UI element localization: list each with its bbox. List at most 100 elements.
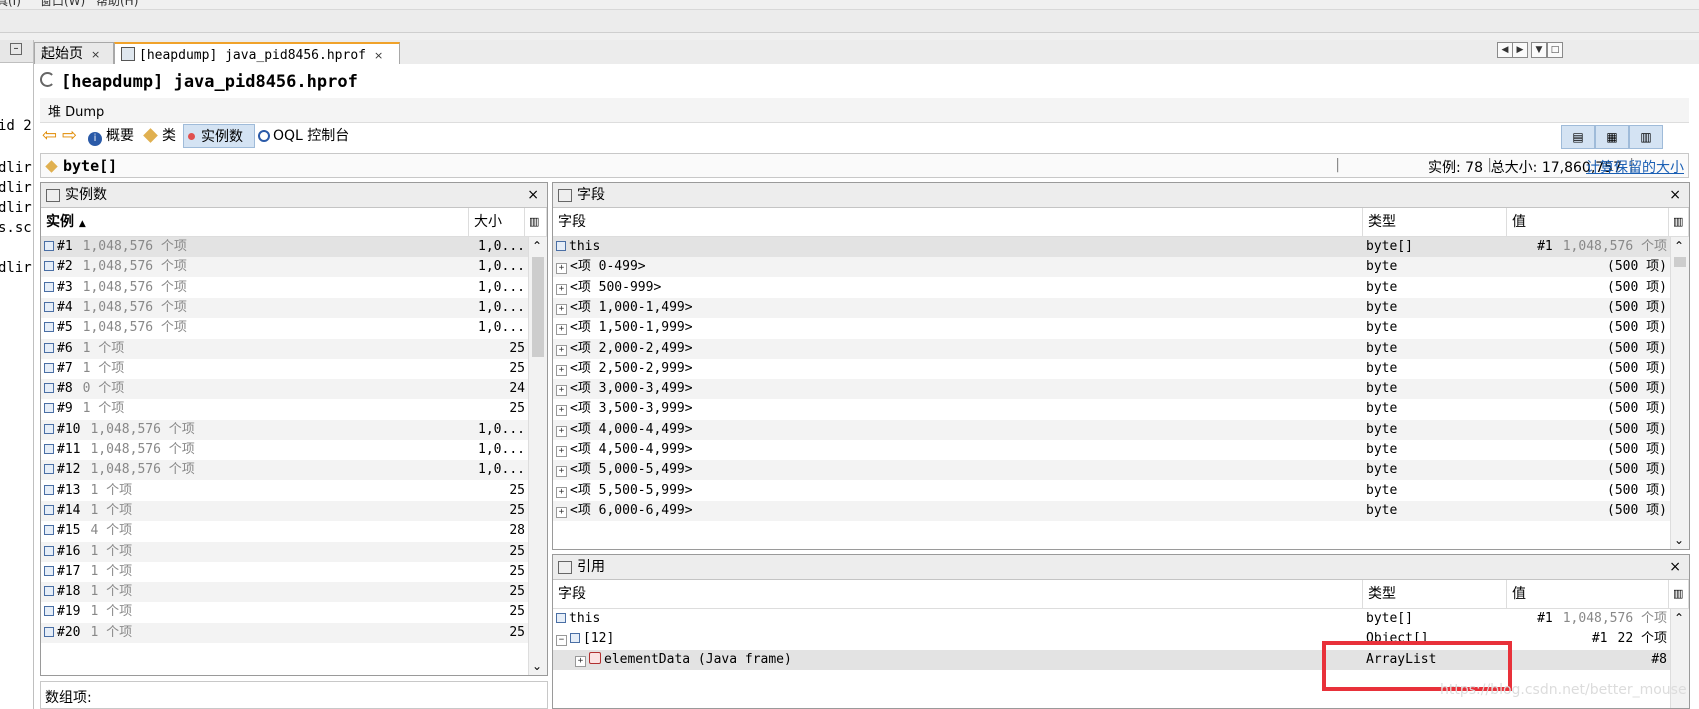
layout-toggle-3-icon[interactable]: ▥ [1629, 125, 1663, 149]
table-row[interactable]: + <项 6,000-6,499> byte (500 项) [553, 500, 1671, 521]
table-row[interactable]: #3 1,048,576 个项 1,0... [41, 278, 529, 298]
table-row[interactable]: this byte[] #1 1,048,576 个项 [553, 609, 1671, 629]
tab-heapdump[interactable]: [heapdump] java_pid8456.hprof × [114, 42, 400, 64]
scroll-right-icon[interactable]: ▶ [1512, 42, 1528, 58]
dropdown-icon[interactable]: ▼ [1531, 42, 1547, 58]
table-row[interactable]: + <项 4,000-4,499> byte (500 项) [553, 419, 1671, 440]
table-row[interactable]: #10 1,048,576 个项 1,0... [41, 419, 529, 440]
table-row[interactable]: #19 1 个项 25 [41, 602, 529, 622]
table-row[interactable]: + <项 2,000-2,499> byte (500 项) [553, 338, 1671, 359]
layout-toggle-1-icon[interactable]: ▤ [1561, 125, 1595, 149]
scroll-left-icon[interactable]: ◀ [1497, 42, 1513, 58]
column-value[interactable]: 值 [1507, 580, 1669, 608]
table-row[interactable]: + <项 2,500-2,999> byte (500 项) [553, 359, 1671, 379]
menu-tools[interactable]: 具(I) [0, 0, 21, 9]
scroll-thumb[interactable] [1674, 257, 1686, 267]
field-name: <项 2,500-2,999> [570, 360, 693, 376]
scroll-down-icon[interactable]: ⌄ [532, 659, 542, 673]
expand-icon[interactable]: + [556, 324, 567, 336]
table-row[interactable]: + <项 3,000-3,499> byte (500 项) [553, 379, 1671, 400]
menu-help[interactable]: 帮助(H) [96, 0, 138, 9]
tab-start-page[interactable]: 起始页 × [34, 42, 114, 64]
column-chooser-icon[interactable]: ▥ [1669, 580, 1689, 608]
table-row[interactable]: this byte[] #1 1,048,576 个项 [553, 237, 1671, 257]
scroll-down-icon[interactable]: ⌄ [1674, 533, 1684, 547]
column-instance[interactable]: 实例 ▲ [41, 208, 469, 236]
expand-icon[interactable]: + [556, 466, 567, 478]
table-row[interactable]: #6 1 个项 25 [41, 338, 529, 359]
close-icon[interactable]: × [374, 49, 383, 62]
maximize-icon[interactable]: □ [1547, 42, 1563, 58]
table-row[interactable]: #11 1,048,576 个项 1,0... [41, 440, 529, 460]
column-chooser-icon[interactable]: ▥ [1669, 208, 1689, 236]
table-row[interactable]: + <项 0-499> byte (500 项) [553, 257, 1671, 278]
scroll-up-icon[interactable]: ⌃ [1674, 239, 1684, 253]
table-row[interactable]: #14 1 个项 25 [41, 500, 529, 521]
column-value[interactable]: 值 [1507, 208, 1669, 236]
table-row[interactable]: + <项 5,500-5,999> byte (500 项) [553, 481, 1671, 501]
menu-window[interactable]: 窗口(W) [40, 0, 85, 9]
table-row[interactable]: + <项 1,000-1,499> byte (500 项) [553, 297, 1671, 318]
fields-scrollbar[interactable]: ⌃ ⌄ [1670, 237, 1689, 549]
expand-icon[interactable]: + [556, 486, 567, 498]
expand-icon[interactable]: + [556, 283, 567, 295]
expand-icon[interactable]: + [556, 385, 567, 397]
expand-icon[interactable]: + [556, 303, 567, 315]
back-arrow-icon[interactable]: ⇦ [42, 124, 57, 148]
table-row[interactable]: + <项 4,500-4,999> byte (500 项) [553, 440, 1671, 460]
close-icon[interactable]: × [1669, 555, 1681, 579]
column-field[interactable]: 字段 [553, 208, 1363, 236]
instances-scrollbar[interactable]: ⌃ ⌄ [528, 237, 547, 675]
class-icon [143, 128, 158, 143]
forward-arrow-icon[interactable]: ⇨ [62, 124, 77, 148]
table-row[interactable]: #2 1,048,576 个项 1,0... [41, 257, 529, 278]
expand-icon[interactable]: + [556, 405, 567, 417]
table-row[interactable]: + <项 3,500-3,999> byte (500 项) [553, 399, 1671, 419]
scroll-thumb[interactable] [532, 257, 544, 357]
collapse-icon[interactable]: − [556, 635, 567, 647]
table-row[interactable]: #4 1,048,576 个项 1,0... [41, 297, 529, 318]
table-row[interactable]: #18 1 个项 25 [41, 582, 529, 603]
summary-button[interactable]: i 概要 [88, 124, 134, 148]
table-row[interactable]: #17 1 个项 25 [41, 562, 529, 582]
expand-icon[interactable]: + [556, 506, 567, 518]
column-field[interactable]: 字段 [553, 580, 1363, 608]
table-row[interactable]: #9 1 个项 25 [41, 399, 529, 419]
table-row[interactable]: #16 1 个项 25 [41, 541, 529, 562]
compute-retained-size-link[interactable]: 计算保留的大小 [1586, 157, 1684, 177]
table-row[interactable]: #13 1 个项 25 [41, 481, 529, 501]
table-row[interactable]: #1 1,048,576 个项 1,0... [41, 237, 529, 257]
oql-console-button[interactable]: OQL 控制台 [258, 124, 349, 148]
expand-icon[interactable]: + [556, 344, 567, 356]
table-row[interactable]: #8 0 个项 24 [41, 379, 529, 400]
column-size[interactable]: 大小 [469, 208, 525, 236]
table-row[interactable]: + <项 5,000-5,499> byte (500 项) [553, 460, 1671, 481]
close-icon[interactable]: × [1669, 183, 1681, 207]
table-row[interactable]: + <项 1,500-1,999> byte (500 项) [553, 318, 1671, 338]
column-type[interactable]: 类型 [1363, 580, 1507, 608]
instances-button[interactable]: 实例数 [183, 124, 255, 148]
minimize-icon[interactable]: – [10, 43, 22, 55]
table-row[interactable]: #15 4 个项 28 [41, 521, 529, 541]
close-icon[interactable]: × [527, 183, 539, 207]
table-row[interactable]: #7 1 个项 25 [41, 359, 529, 379]
classes-button[interactable]: 类 [143, 124, 176, 148]
expand-icon[interactable]: + [556, 364, 567, 376]
instance-cell: #19 1 个项 [44, 602, 464, 622]
heap-dump-tab[interactable]: 堆 Dump [40, 98, 1689, 123]
expand-icon[interactable]: + [575, 655, 586, 667]
column-type[interactable]: 类型 [1363, 208, 1507, 236]
scroll-up-icon[interactable]: ⌃ [532, 239, 542, 253]
table-row[interactable]: #20 1 个项 25 [41, 622, 529, 643]
table-row[interactable]: #5 1,048,576 个项 1,0... [41, 318, 529, 338]
column-chooser-icon[interactable]: ▥ [525, 208, 547, 236]
expand-icon[interactable]: + [556, 425, 567, 437]
field-name: [12] [583, 631, 615, 647]
expand-icon[interactable]: + [556, 263, 567, 275]
expand-icon[interactable]: + [556, 446, 567, 457]
table-row[interactable]: #12 1,048,576 个项 1,0... [41, 460, 529, 481]
layout-toggle-2-icon[interactable]: ▦ [1595, 125, 1629, 149]
scroll-up-icon[interactable]: ⌃ [1674, 611, 1684, 625]
close-icon[interactable]: × [91, 48, 100, 61]
table-row[interactable]: + <项 500-999> byte (500 项) [553, 278, 1671, 298]
